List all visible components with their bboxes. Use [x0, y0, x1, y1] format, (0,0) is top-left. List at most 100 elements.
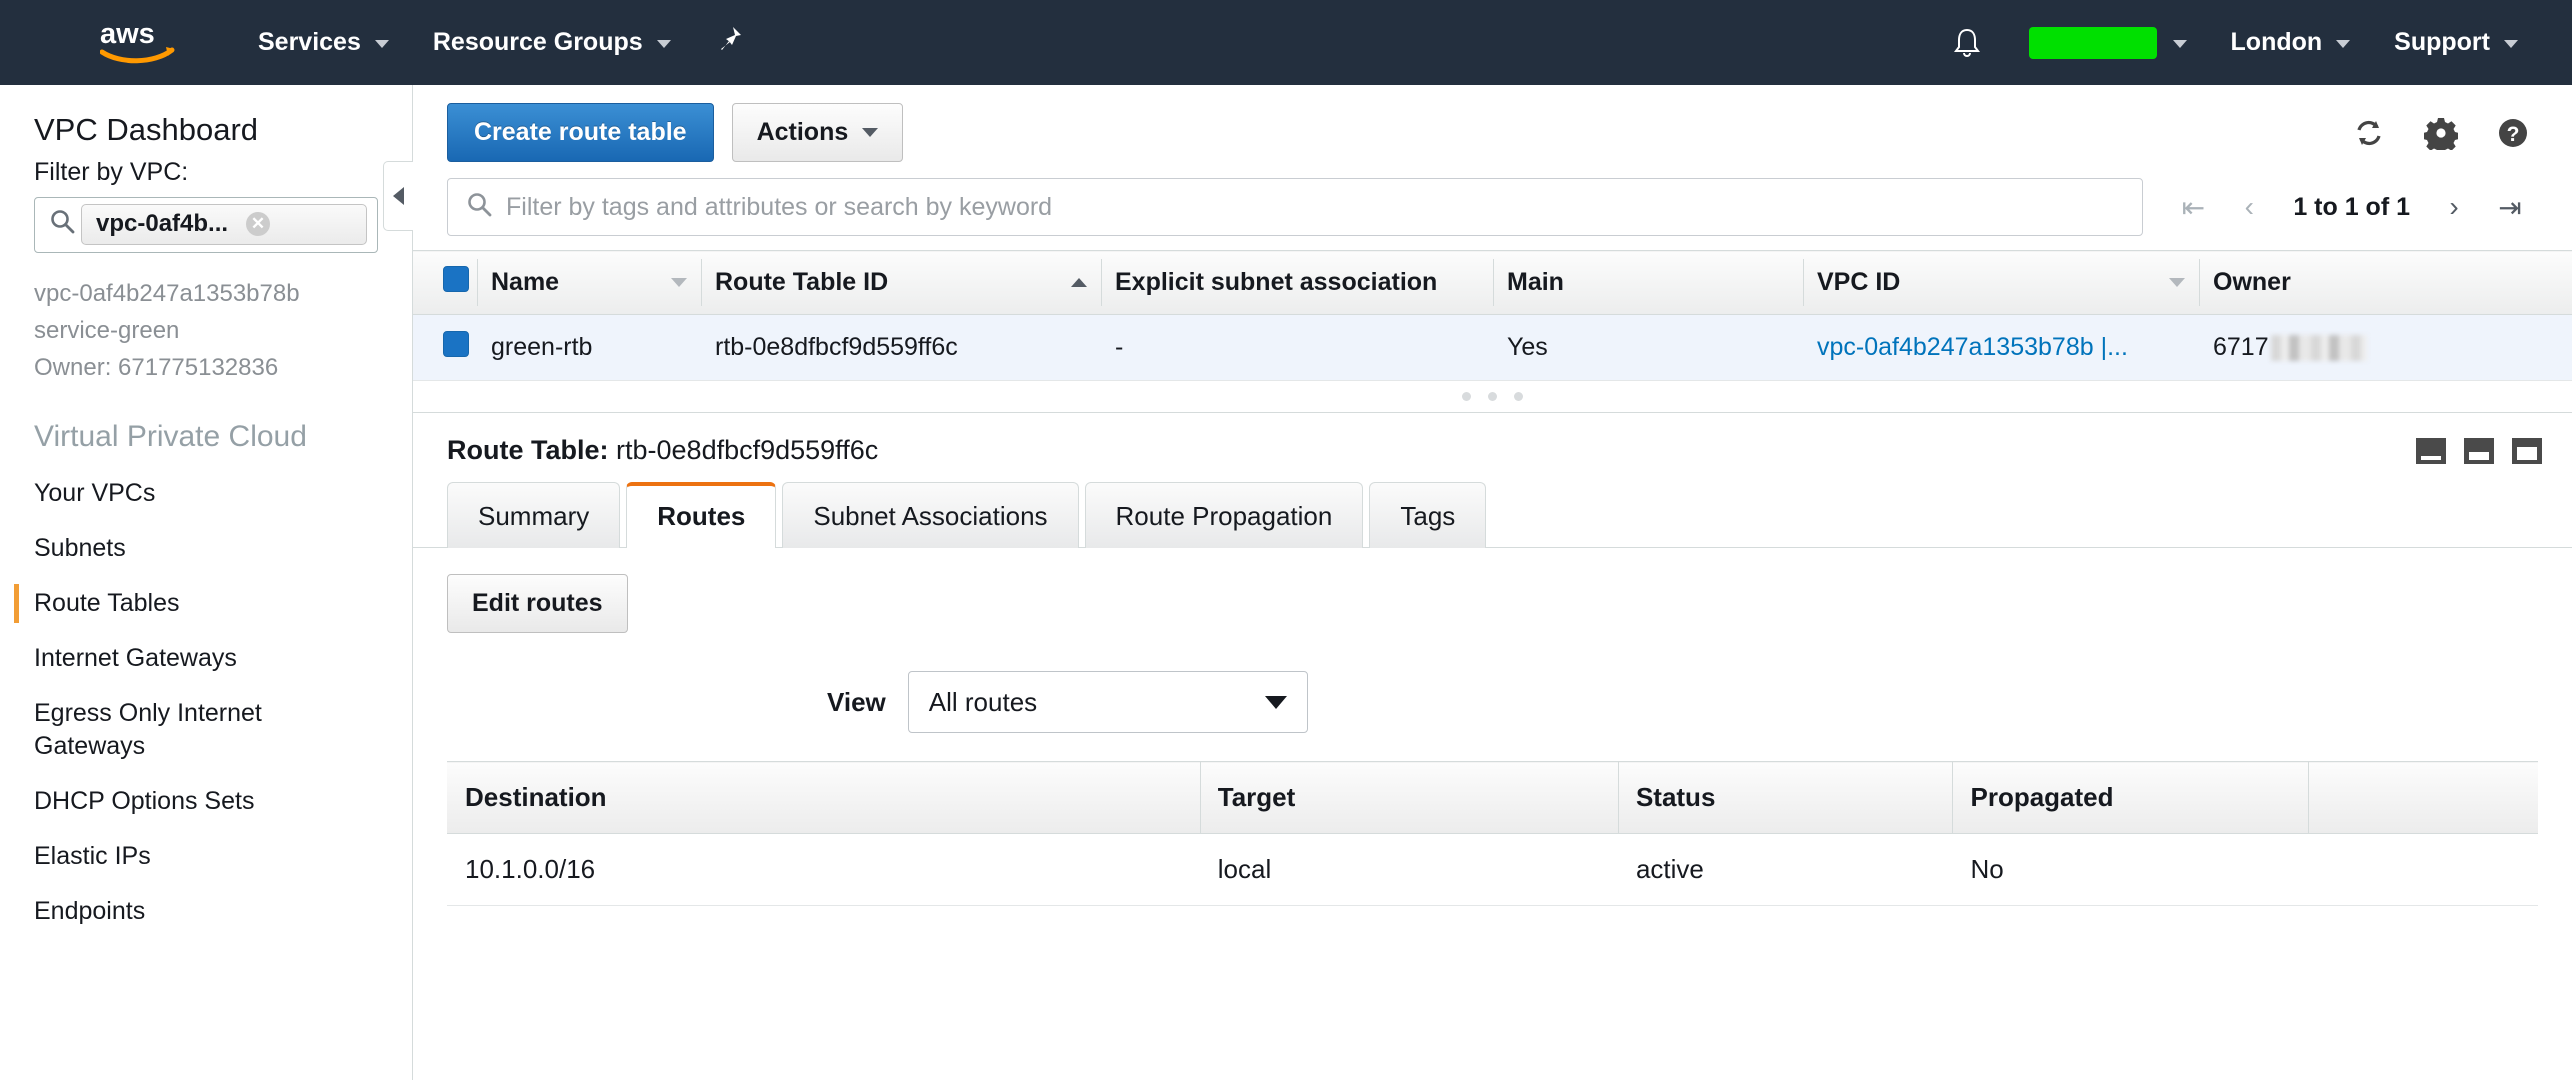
page-title: VPC Dashboard	[34, 112, 259, 147]
routes-cell-propagated: No	[1952, 833, 2308, 906]
owner-prefix: 6717	[2213, 333, 2269, 361]
routes-column-spacer	[2307, 761, 2538, 834]
filter-by-vpc-label: Filter by VPC:	[34, 157, 189, 186]
last-page-icon[interactable]: ⇥	[2482, 178, 2538, 236]
account-name-redacted	[2028, 26, 2157, 59]
pin-icon[interactable]	[693, 26, 769, 59]
edit-routes-button[interactable]: Edit routes	[447, 574, 628, 633]
sidebar-item-internet-gateways[interactable]: Internet Gateways	[0, 631, 412, 686]
table-row[interactable]: green-rtb rtb-0e8dfbcf9d559ff6c - Yes vp…	[413, 314, 2572, 381]
vpc-filter-input[interactable]: vpc-0af4b... ✕	[34, 196, 378, 253]
tab-label: Summary	[478, 501, 590, 531]
vpc-filter-token[interactable]: vpc-0af4b... ✕	[81, 204, 367, 246]
cell-vpc-id: vpc-0af4b247a1353b78b |...	[1803, 314, 2199, 381]
column-header-label: Name	[491, 268, 560, 296]
chevron-down-icon	[2172, 40, 2187, 48]
first-page-icon[interactable]: ⇤	[2165, 178, 2221, 236]
column-header-label: Route Table ID	[715, 268, 889, 296]
sidebar-item-endpoints[interactable]: Endpoints	[0, 884, 412, 939]
vpc-meta-id: vpc-0af4b247a1353b78b	[34, 279, 300, 307]
detail-title: Route Table: rtb-0e8dfbcf9d559ff6c	[447, 435, 878, 466]
detail-tabs: Summary Routes Subnet Associations Route…	[413, 482, 2572, 548]
routes-cell-destination: 10.1.0.0/16	[447, 833, 1200, 906]
search-icon	[466, 191, 492, 224]
vpc-meta-owner: Owner: 671775132836	[34, 354, 279, 382]
routes-column-status: Status	[1617, 761, 1953, 834]
view-select[interactable]: All routes	[907, 671, 1308, 733]
nav-services[interactable]: Services	[236, 0, 411, 85]
previous-page-icon[interactable]: ‹	[2221, 178, 2277, 236]
actions-button[interactable]: Actions	[731, 103, 904, 162]
routes-row: 10.1.0.0/16 local active No	[447, 833, 2538, 906]
sidebar-item-label: Internet Gateways	[34, 644, 237, 673]
column-header-route-table-id[interactable]: Route Table ID	[701, 250, 1101, 315]
cell-route-table-id: rtb-0e8dfbcf9d559ff6c	[701, 314, 1101, 381]
tab-subnet-associations[interactable]: Subnet Associations	[782, 482, 1079, 548]
routes-tab-content: Edit routes View All routes	[413, 548, 2572, 733]
sidebar-item-label: Elastic IPs	[34, 842, 151, 871]
vpc-filter-token-label: vpc-0af4b...	[96, 210, 229, 238]
route-tables-table: Name Route Table ID Explicit subnet asso…	[413, 250, 2572, 381]
sidebar-item-route-tables[interactable]: Route Tables	[0, 576, 412, 631]
view-filter-row: View All routes	[447, 671, 2538, 733]
nav-region-label: London	[2230, 28, 2323, 56]
cell-main: Yes	[1493, 314, 1803, 381]
nav-account-menu[interactable]	[2007, 0, 2209, 85]
nav-resource-groups[interactable]: Resource Groups	[411, 0, 693, 85]
gear-icon[interactable]	[2424, 116, 2458, 150]
sidebar-item-dhcp-options-sets[interactable]: DHCP Options Sets	[0, 774, 412, 829]
tab-tags[interactable]: Tags	[1369, 482, 1487, 548]
chevron-down-icon	[1264, 695, 1287, 709]
sidebar-item-label: Route Tables	[34, 589, 180, 618]
column-header-vpc-id[interactable]: VPC ID	[1803, 250, 2199, 315]
routes-column-destination: Destination	[447, 761, 1200, 834]
row-select-cell	[413, 314, 477, 381]
row-checkbox[interactable]	[443, 331, 469, 357]
svg-text:aws: aws	[100, 19, 155, 50]
routes-cell-spacer	[2307, 833, 2538, 906]
panel-size-controls	[2416, 437, 2542, 464]
sidebar-collapse-button[interactable]	[383, 161, 413, 231]
tab-summary[interactable]: Summary	[447, 482, 621, 548]
help-icon[interactable]: ?	[2496, 116, 2530, 150]
aws-logo[interactable]: aws	[100, 19, 178, 67]
cell-explicit-subnet-association: -	[1101, 314, 1493, 381]
bell-icon[interactable]	[1927, 27, 2007, 59]
toolbar-icons: ?	[2352, 116, 2538, 150]
routes-cell-target: local	[1199, 833, 1618, 906]
panel-large-icon[interactable]	[2512, 437, 2542, 464]
close-icon[interactable]: ✕	[246, 212, 271, 237]
next-page-icon[interactable]: ›	[2426, 178, 2482, 236]
sidebar-item-your-vpcs[interactable]: Your VPCs	[0, 466, 412, 521]
tab-label: Subnet Associations	[813, 501, 1048, 531]
route-tables-grid: Name Route Table ID Explicit subnet asso…	[413, 250, 2572, 381]
panel-medium-icon[interactable]	[2464, 437, 2494, 464]
tab-route-propagation[interactable]: Route Propagation	[1084, 482, 1364, 548]
svg-text:?: ?	[2507, 123, 2520, 146]
column-header-explicit-subnet-association[interactable]: Explicit subnet association	[1101, 250, 1493, 315]
tab-label: Routes	[657, 501, 746, 531]
owner-redacted	[2270, 334, 2367, 361]
sidebar-item-egress-only-internet-gateways[interactable]: Egress Only Internet Gateways	[0, 686, 412, 774]
column-header-owner[interactable]: Owner	[2199, 250, 2572, 315]
create-route-table-button[interactable]: Create route table	[447, 103, 714, 162]
tab-label: Route Propagation	[1115, 501, 1333, 531]
column-header-label: Main	[1507, 268, 1564, 296]
column-header-main[interactable]: Main	[1493, 250, 1803, 315]
tab-routes[interactable]: Routes	[626, 482, 777, 548]
select-all-checkbox[interactable]	[443, 266, 469, 292]
panel-small-icon[interactable]	[2416, 437, 2446, 464]
vpc-id-link[interactable]: vpc-0af4b247a1353b78b |...	[1817, 333, 2128, 361]
column-header-name[interactable]: Name	[477, 250, 701, 315]
sidebar-item-elastic-ips[interactable]: Elastic IPs	[0, 829, 412, 884]
chevron-down-icon	[2336, 40, 2351, 48]
panel-resize-handle[interactable]	[413, 381, 2572, 413]
search-input[interactable]: Filter by tags and attributes or search …	[447, 178, 2144, 236]
column-header-label: VPC ID	[1817, 268, 1901, 296]
chevron-down-icon	[2504, 40, 2518, 48]
vpc-meta-name: service-green	[34, 316, 180, 344]
refresh-icon[interactable]	[2352, 116, 2386, 150]
sidebar-item-subnets[interactable]: Subnets	[0, 521, 412, 576]
nav-support-menu[interactable]: Support	[2372, 0, 2540, 85]
nav-region-menu[interactable]: London	[2209, 0, 2373, 85]
